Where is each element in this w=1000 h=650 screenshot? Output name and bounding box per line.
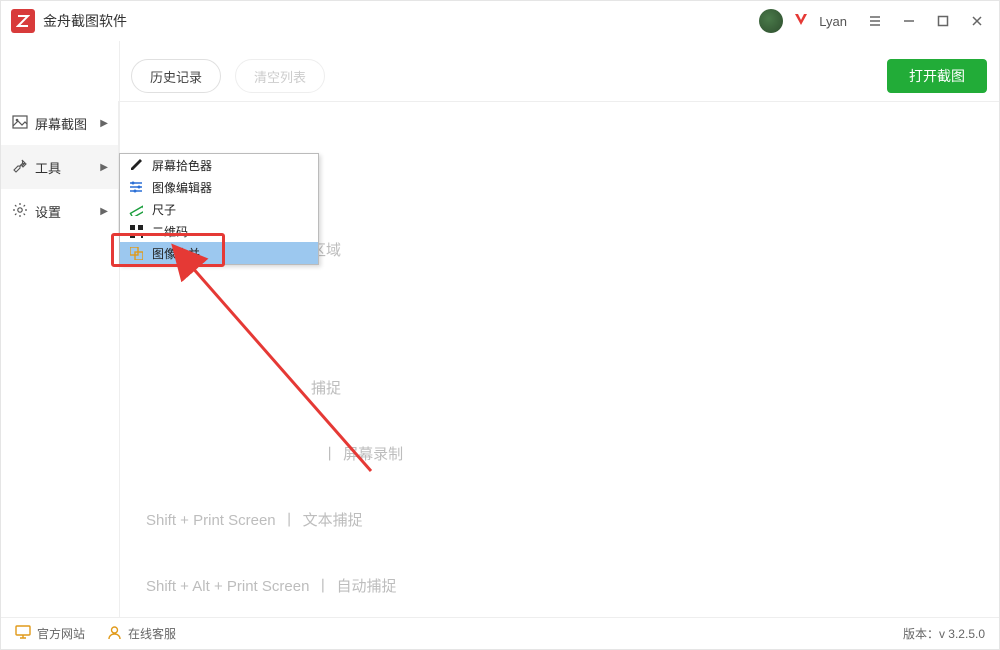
flyout-item-image-editor[interactable]: 图像编辑器	[120, 176, 318, 198]
chevron-right-icon: ▶	[100, 162, 108, 173]
flyout-item-label: 图像合并	[152, 245, 200, 262]
flyout-item-label: 屏幕拾色器	[152, 157, 212, 174]
vertical-divider	[119, 41, 120, 617]
vip-diamond-icon[interactable]	[793, 12, 809, 31]
username-label[interactable]: Lyan	[819, 14, 847, 29]
flyout-item-qrcode[interactable]: 二维码	[120, 220, 318, 242]
tools-flyout: 屏幕拾色器 图像编辑器 尺子 二维码 图像合并	[119, 153, 319, 265]
maximize-button[interactable]	[931, 9, 955, 33]
app-window: 金舟截图软件 Lyan 历史记录 清空列表 打开截图	[0, 0, 1000, 650]
clear-list-button[interactable]: 清空列表	[235, 59, 325, 93]
flyout-item-label: 图像编辑器	[152, 179, 212, 196]
version-text: 版本：v 3.2.5.0	[903, 625, 985, 642]
monitor-icon	[15, 625, 31, 642]
avatar[interactable]	[759, 9, 783, 33]
sidebar-item-screenshot[interactable]: 屏幕截图 ▶	[1, 101, 118, 145]
chevron-right-icon: ▶	[100, 118, 108, 129]
open-capture-button[interactable]: 打开截图	[887, 59, 987, 93]
flyout-item-label: 尺子	[152, 201, 176, 218]
titlebar-right: Lyan	[759, 9, 989, 33]
merge-icon	[128, 245, 144, 261]
sidebar-item-label: 设置	[35, 202, 61, 221]
sidebar: 屏幕截图 ▶ 工具 ▶ 设置 ▶	[1, 101, 119, 233]
qrcode-icon	[128, 223, 144, 239]
minimize-button[interactable]	[897, 9, 921, 33]
ruler-icon	[128, 201, 144, 217]
flyout-item-ruler[interactable]: 尺子	[120, 198, 318, 220]
menu-button[interactable]	[863, 9, 887, 33]
chevron-right-icon: ▶	[100, 206, 108, 217]
horizontal-divider	[119, 101, 999, 102]
title-bar: 金舟截图软件 Lyan	[1, 1, 999, 41]
image-icon	[11, 115, 29, 132]
close-button[interactable]	[965, 9, 989, 33]
footer: 官方网站 在线客服 版本：v 3.2.5.0	[1, 617, 999, 649]
online-service-link[interactable]: 在线客服	[107, 625, 176, 643]
shortcut-line: Ctrl + Shift + Print Screen丨屏幕录制	[146, 444, 403, 466]
flyout-item-image-merge[interactable]: 图像合并	[120, 242, 318, 264]
sidebar-item-label: 工具	[35, 158, 61, 177]
shortcut-line: 区域	[311, 240, 403, 262]
history-button[interactable]: 历史记录	[131, 59, 221, 93]
flyout-item-label: 二维码	[152, 223, 188, 240]
sidebar-item-tools[interactable]: 工具 ▶	[1, 145, 118, 189]
headset-icon	[107, 625, 122, 643]
shortcut-line: 捕捉	[311, 378, 403, 400]
online-service-label: 在线客服	[128, 625, 176, 642]
flyout-item-color-picker[interactable]: 屏幕拾色器	[120, 154, 318, 176]
app-title: 金舟截图软件	[43, 11, 127, 31]
shortcut-line: Shift + Print Screen丨文本捕捉	[146, 510, 403, 532]
official-site-link[interactable]: 官方网站	[15, 625, 85, 642]
official-site-label: 官方网站	[37, 625, 85, 642]
sliders-icon	[128, 179, 144, 195]
shortcut-line: Shift + Alt + Print Screen丨自动捕捉	[146, 576, 403, 598]
app-logo-icon	[11, 9, 35, 33]
sidebar-item-label: 屏幕截图	[35, 114, 87, 133]
toolbar: 历史记录 清空列表 打开截图	[131, 56, 987, 96]
sidebar-item-settings[interactable]: 设置 ▶	[1, 189, 118, 233]
gear-icon	[11, 202, 29, 221]
wrench-icon	[11, 158, 29, 177]
eyedropper-icon	[128, 157, 144, 173]
